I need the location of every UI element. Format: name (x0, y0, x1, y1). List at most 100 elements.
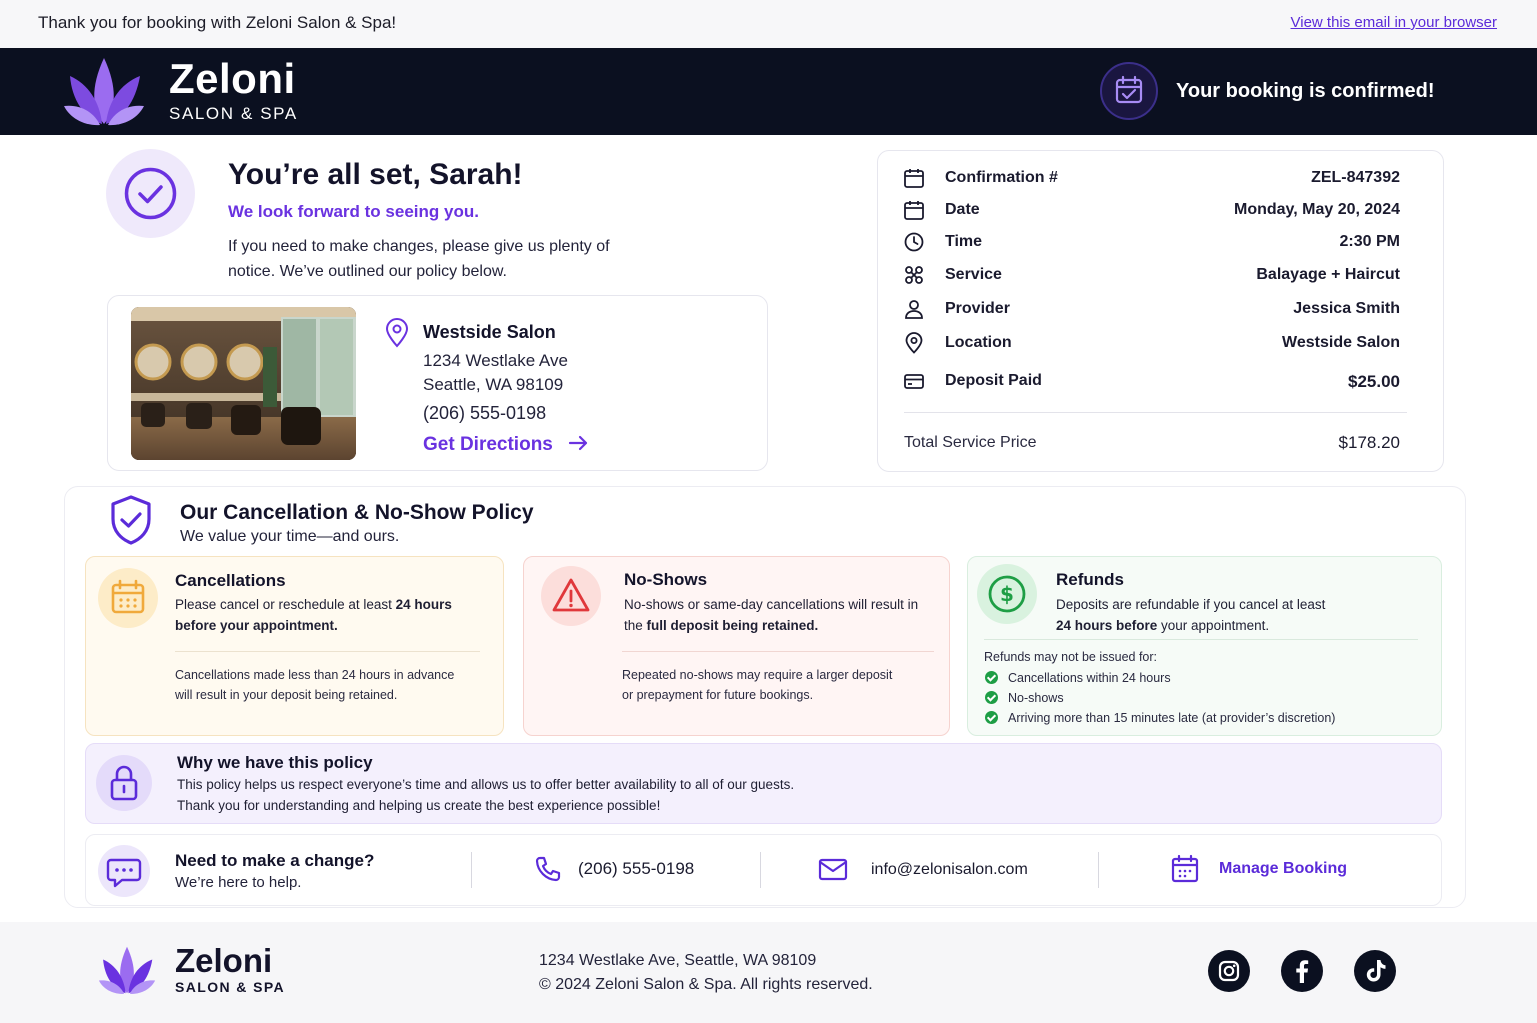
noshows-text: No-shows or same-day cancellations will … (624, 597, 919, 633)
contact-separator (471, 852, 472, 888)
scissors-icon (905, 266, 923, 284)
calendar-check-icon (1115, 75, 1143, 104)
refunds-divider (984, 639, 1418, 640)
detail-label: Location (945, 334, 1012, 351)
cancellations-text: Please cancel or reschedule at least 24 … (175, 597, 452, 633)
greeting-subtitle: We look forward to seeing you. (228, 202, 479, 221)
booking-confirmed-text: Your booking is confirmed! (1176, 80, 1435, 102)
policy-subtitle: We value your time—and ours. (180, 528, 400, 545)
map-pin-icon (385, 318, 409, 348)
policy-title: Our Cancellation & No-Show Policy (180, 501, 534, 524)
header-brand-sub: SALON & SPA (169, 104, 298, 123)
clock-icon (904, 232, 924, 252)
salon-address-line1: 1234 Westlake Ave (423, 351, 568, 370)
detail-row-location: Location Westside Salon (903, 332, 1400, 356)
detail-label: Provider (945, 300, 1010, 317)
view-in-browser-link[interactable]: View this email in your browser (1291, 14, 1497, 31)
tiktok-link[interactable] (1354, 950, 1396, 992)
footer-copyright: © 2024 Zeloni Salon & Spa. All rights re… (539, 976, 873, 993)
greeting-body: If you need to make changes, please give… (228, 238, 610, 280)
check-icon (985, 671, 998, 685)
refunds-text: Deposits are refundable if you cancel at… (1056, 597, 1326, 633)
facebook-link[interactable] (1281, 950, 1323, 992)
cancellations-note-line2: will result in your deposit being retain… (175, 688, 398, 702)
lotus-logo-icon (64, 58, 144, 126)
svg-text:$: $ (1000, 582, 1014, 606)
dollar-circle-icon: $ (988, 575, 1026, 613)
mail-icon (818, 858, 848, 881)
arrow-right-icon (569, 435, 588, 451)
calendar-icon (1171, 854, 1199, 883)
noshows-note-line1: Repeated no-shows may require a larger d… (622, 668, 893, 682)
noshows-title: No-Shows (624, 570, 708, 589)
cancellations-badge (98, 568, 158, 628)
get-directions-label: Get Directions (423, 434, 553, 455)
lock-icon (110, 765, 138, 801)
why-badge (96, 755, 152, 811)
why-title: Why we have this policy (177, 753, 373, 772)
refunds-list-title: Refunds may not be issued for: (984, 650, 1158, 664)
contact-phone-link[interactable]: (206) 555-0198 (578, 859, 694, 879)
details-divider (904, 412, 1407, 413)
salon-address-line2: Seattle, WA 98109 (423, 375, 564, 394)
calendar-icon (111, 579, 145, 614)
check-icon (985, 691, 998, 705)
facebook-icon (1296, 960, 1309, 983)
get-directions-link[interactable]: Get Directions (423, 434, 590, 456)
detail-value: Jessica Smith (1293, 300, 1400, 317)
detail-label: Service (945, 266, 1002, 283)
contact-separator (1098, 852, 1099, 888)
contact-email-link[interactable]: info@zelonisalon.com (871, 861, 1028, 879)
detail-row-service: Service Balayage + Haircut (903, 264, 1400, 288)
noshows-divider (622, 651, 934, 652)
footer-brand-sub: SALON & SPA (175, 979, 286, 995)
detail-label: Confirmation # (945, 169, 1058, 186)
detail-value: Westside Salon (1282, 334, 1400, 351)
check-circle-icon (124, 167, 177, 220)
refunds-list-item: Cancellations within 24 hours (985, 668, 1171, 688)
cancellations-title: Cancellations (175, 571, 286, 590)
calendar-icon (904, 201, 924, 220)
person-icon (905, 300, 923, 319)
detail-value: ZEL-847392 (1311, 169, 1400, 186)
salon-name: Westside Salon (423, 322, 556, 342)
success-badge (106, 149, 195, 238)
footer-brand: Zeloni (175, 942, 273, 979)
check-icon (985, 711, 998, 725)
header-brand: Zeloni (169, 55, 296, 102)
detail-row-date: Date Monday, May 20, 2024 (903, 199, 1400, 223)
calendar-icon (904, 169, 924, 188)
detail-row-confirmation: Confirmation # ZEL-847392 (903, 167, 1400, 191)
preheader-thanks: Thank you for booking with Zeloni Salon … (38, 13, 397, 32)
noshows-note-line2: or prepayment for future bookings. (622, 688, 814, 702)
phone-icon (535, 856, 561, 882)
contact-badge (98, 845, 150, 897)
contact-title: Need to make a change? (175, 851, 375, 870)
why-line2: Thank you for understanding and helping … (177, 798, 661, 813)
detail-value: 2:30 PM (1339, 233, 1400, 250)
detail-row-time: Time 2:30 PM (903, 231, 1400, 255)
instagram-link[interactable] (1208, 950, 1250, 992)
refunds-list-item: No-shows (985, 688, 1064, 708)
why-line1: This policy helps us respect everyone’s … (177, 777, 795, 792)
manage-booking-link[interactable]: Manage Booking (1219, 860, 1347, 878)
credit-card-icon (904, 374, 924, 389)
warning-icon (552, 578, 590, 612)
salon-photo (131, 307, 356, 460)
map-pin-icon (905, 332, 923, 354)
detail-value: Monday, May 20, 2024 (1234, 201, 1400, 218)
confirmed-badge (1100, 62, 1158, 120)
detail-label: Time (945, 233, 983, 250)
detail-row-provider: Provider Jessica Smith (903, 298, 1400, 322)
cancellations-divider (175, 651, 480, 652)
lotus-logo-icon (98, 946, 156, 994)
contact-separator (760, 852, 761, 888)
total-price-label: Total Service Price (904, 434, 1037, 451)
detail-row-deposit: Deposit Paid $25.00 (903, 370, 1400, 394)
refunds-list-item: Arriving more than 15 minutes late (at p… (985, 708, 1335, 728)
salon-phone: (206) 555-0198 (423, 403, 547, 423)
footer-address: 1234 Westlake Ave, Seattle, WA 98109 (539, 952, 817, 969)
contact-subtitle: We’re here to help. (175, 874, 302, 891)
tiktok-icon (1366, 960, 1386, 982)
detail-label: Date (945, 201, 980, 218)
